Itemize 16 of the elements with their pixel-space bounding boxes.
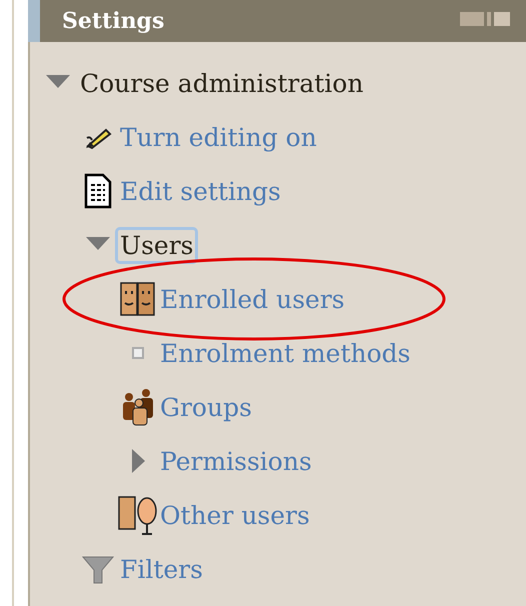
tree-node-label[interactable]: Course administration [78, 68, 366, 98]
panel-title: Settings [62, 8, 164, 34]
tree-node-label[interactable]: Users [118, 230, 196, 260]
tree-link[interactable]: Enrolled users [158, 284, 347, 314]
tree-link[interactable]: Enrolment methods [158, 338, 412, 368]
tree-link[interactable]: Turn editing on [118, 122, 319, 152]
bullet-icon [132, 347, 144, 359]
tree-link[interactable]: Permissions [158, 446, 314, 476]
faces-icon [120, 281, 156, 317]
tree-link[interactable]: Other users [158, 500, 312, 530]
tree-link[interactable]: Edit settings [118, 176, 283, 206]
faces-icon [118, 495, 158, 535]
people-icon [121, 387, 155, 427]
document-icon [83, 173, 113, 209]
tree-link[interactable]: Groups [158, 392, 254, 422]
tree-link[interactable]: Filters [118, 554, 205, 584]
